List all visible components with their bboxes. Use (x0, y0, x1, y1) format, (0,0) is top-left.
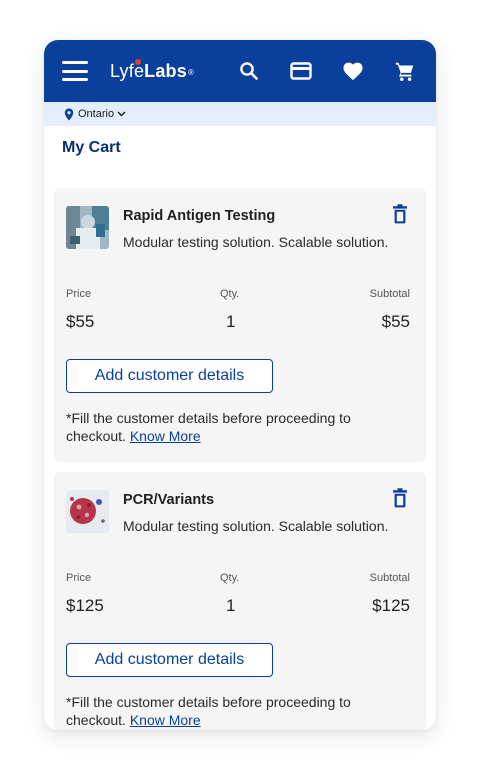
location-label: Ontario (78, 108, 115, 120)
checkout-note-text: *Fill the customer details before procee… (66, 410, 351, 444)
qty-label: Qty. (220, 572, 240, 584)
card-icon[interactable] (288, 58, 314, 84)
price-value: $125 (66, 596, 104, 615)
qty-value: 1 (226, 596, 236, 615)
cart-item-card: Rapid Antigen Testing Modular testing so… (54, 188, 426, 462)
delete-trash-icon[interactable] (392, 204, 408, 229)
location-selector[interactable]: Ontario (44, 102, 436, 126)
subtotal-value: $125 (372, 596, 410, 615)
product-description: Modular testing solution. Scalable solut… (123, 234, 389, 250)
know-more-link[interactable]: Know More (130, 712, 201, 728)
product-image-rapid-antigen (66, 206, 109, 249)
qty-label: Qty. (220, 288, 240, 300)
top-navigation-bar: Lyfe Labs ® (44, 40, 436, 102)
price-label: Price (66, 288, 92, 300)
logo-text-labs: Labs (144, 60, 187, 81)
delete-trash-icon[interactable] (392, 488, 408, 513)
product-name: PCR/Variants (123, 492, 215, 508)
product-image-pcr-variants (66, 490, 109, 533)
header-icon-group (236, 58, 418, 84)
checkout-note: *Fill the customer details before procee… (66, 409, 411, 445)
mobile-frame: Lyfe Labs ® Ontario My Cart Rapid Antige… (44, 40, 436, 730)
product-description: Modular testing solution. Scalable solut… (123, 518, 389, 534)
subtotal-label: Subtotal (369, 288, 410, 300)
subtotal-value: $55 (381, 312, 410, 331)
checkout-note-text: *Fill the customer details before procee… (66, 694, 351, 728)
cart-icon[interactable] (392, 58, 418, 84)
logo-registered-mark: ® (187, 67, 195, 77)
heart-icon[interactable] (340, 58, 366, 84)
price-label: Price (66, 572, 92, 584)
menu-icon[interactable] (62, 61, 88, 81)
cart-item-card: PCR/Variants Modular testing solution. S… (54, 472, 426, 730)
checkout-note: *Fill the customer details before procee… (66, 693, 411, 729)
qty-value: 1 (226, 312, 236, 331)
location-pin-icon (64, 108, 74, 121)
product-name: Rapid Antigen Testing (123, 208, 276, 224)
price-value: $55 (66, 312, 95, 331)
subtotal-label: Subtotal (369, 572, 410, 584)
add-customer-details-button[interactable]: Add customer details (66, 643, 273, 677)
lifelabs-logo[interactable]: Lyfe Labs ® (110, 58, 195, 82)
know-more-link[interactable]: Know More (130, 428, 201, 444)
chevron-down-icon (117, 111, 126, 117)
logo-dot (135, 58, 142, 65)
search-icon[interactable] (236, 58, 262, 84)
page-title: My Cart (62, 139, 121, 156)
add-customer-details-button[interactable]: Add customer details (66, 359, 273, 393)
